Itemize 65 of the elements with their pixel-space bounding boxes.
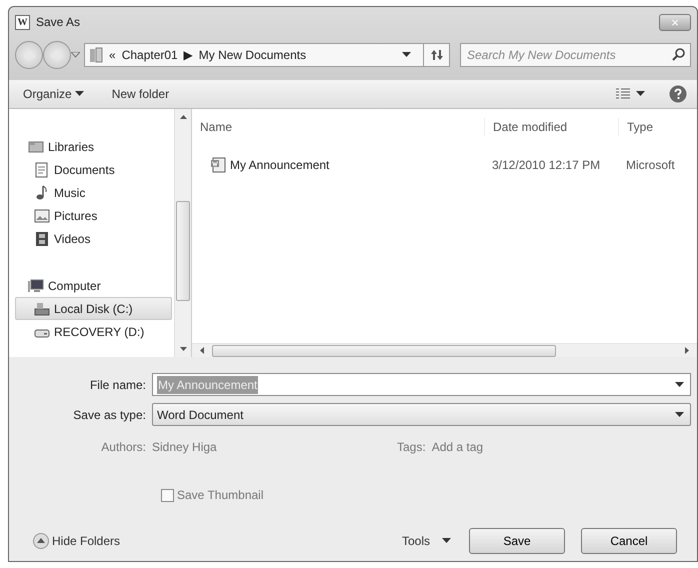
app-icon: W <box>15 14 30 30</box>
list-view-icon <box>616 88 630 100</box>
scroll-thumb[interactable] <box>212 344 556 356</box>
history-dropdown-icon[interactable] <box>71 52 80 58</box>
breadcrumb-overflow[interactable]: « <box>109 46 116 64</box>
videos-icon <box>34 230 50 246</box>
nav-item[interactable]: Pictures <box>15 204 172 227</box>
vertical-scrollbar[interactable] <box>174 109 191 357</box>
horizontal-scrollbar[interactable] <box>192 343 697 357</box>
new-folder-button[interactable]: New folder <box>108 83 174 105</box>
nav-item[interactable]: Videos <box>15 227 172 250</box>
save-button[interactable]: Save <box>469 528 565 554</box>
help-icon[interactable] <box>669 85 687 103</box>
caret-icon[interactable] <box>675 412 684 418</box>
hide-folders-button[interactable]: Hide Folders <box>29 530 124 552</box>
nav-item[interactable]: Music <box>15 181 172 204</box>
caret-icon[interactable] <box>74 91 84 97</box>
column-header[interactable]: Date modified <box>484 118 618 136</box>
libraries-icon <box>28 138 44 154</box>
column-header[interactable]: Type <box>618 118 678 136</box>
word-document-icon <box>210 157 226 173</box>
file-name-label: File name: <box>88 376 147 394</box>
refresh-icon <box>430 49 444 61</box>
authors-value[interactable]: Sidney Higa <box>152 438 397 456</box>
save-as-type-label: Save as type: <box>72 406 147 424</box>
breadcrumb-item[interactable]: Chapter01 <box>122 46 178 64</box>
scroll-up-icon <box>180 115 186 119</box>
column-header[interactable]: Name <box>192 118 484 136</box>
caret-icon[interactable] <box>636 91 645 97</box>
date-modified-cell-text: 3/12/2010 12:17 PM <box>491 157 602 174</box>
computer-icon <box>28 278 44 294</box>
nav-item[interactable]: Documents <box>15 158 172 181</box>
breadcrumb-item[interactable]: My New Documents <box>198 46 306 64</box>
type-cell-text: Microsoft <box>625 157 676 174</box>
address-bar[interactable]: « Chapter01 ▶ My New Documents <box>84 43 450 67</box>
nav-item[interactable]: Libraries <box>15 135 172 158</box>
nav-item[interactable]: Computer <box>15 274 172 297</box>
pictures-icon <box>34 208 50 224</box>
caret-icon[interactable] <box>675 382 684 388</box>
search-field[interactable]: Search My New Documents <box>460 43 691 67</box>
collapse-icon <box>33 533 49 549</box>
tools-button[interactable]: Tools <box>398 530 455 552</box>
scroll-right-icon <box>685 347 689 354</box>
authors-label: Authors: <box>100 439 147 456</box>
nav-item[interactable]: RECOVERY (D:) <box>15 320 172 343</box>
scroll-left-icon <box>200 347 204 354</box>
cancel-button[interactable]: Cancel <box>581 528 677 554</box>
tags-value[interactable]: Add a tag <box>432 438 484 456</box>
scroll-down-icon <box>180 347 186 351</box>
documents-icon <box>34 162 50 178</box>
organize-button[interactable]: Organize <box>19 83 88 105</box>
save-thumbnail-checkbox[interactable] <box>161 488 174 502</box>
search-icon <box>672 48 685 61</box>
disk-icon <box>34 300 50 316</box>
caret-icon[interactable] <box>442 538 451 544</box>
file-name[interactable]: My Announcement <box>230 156 330 174</box>
caret-icon[interactable] <box>402 52 411 58</box>
save-as-type-dropdown[interactable]: Word Document <box>152 403 691 426</box>
save-thumbnail-label: Save Thumbnail <box>177 487 264 504</box>
breadcrumb-separator[interactable]: ▶ <box>184 46 193 64</box>
tags-label: Tags: <box>397 439 426 456</box>
nav-item[interactable]: Local Disk (C:) <box>15 297 172 320</box>
scroll-thumb[interactable] <box>176 201 190 301</box>
window-title: Save As <box>36 14 80 31</box>
library-icon <box>89 47 103 63</box>
